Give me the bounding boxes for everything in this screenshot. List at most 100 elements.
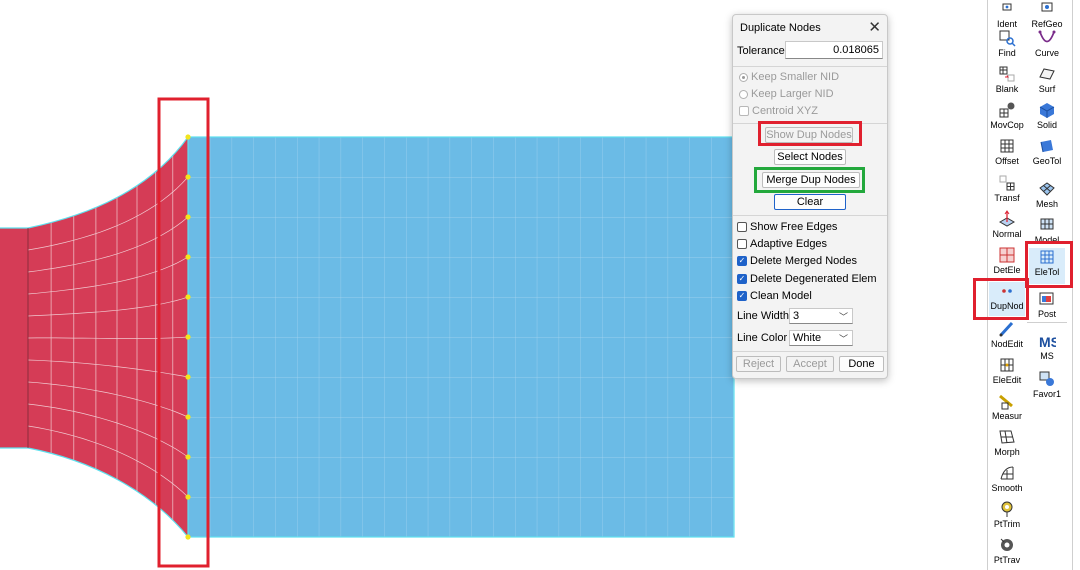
- line-color-label: Line Color: [737, 332, 788, 344]
- delete-degenerated-elem-option[interactable]: ✓ Delete Degenerated Elem: [737, 273, 877, 285]
- tolerance-input[interactable]: [785, 41, 883, 59]
- favorite-icon: [1039, 371, 1054, 386]
- tool-normal[interactable]: Normal: [987, 210, 1027, 239]
- duplicate-nodes-icon: [1002, 289, 1012, 293]
- tool-curve[interactable]: Curve: [1027, 29, 1067, 58]
- tool-ms[interactable]: MS MS: [1027, 332, 1067, 361]
- geometry-tolerance-icon: [1040, 140, 1053, 153]
- tool-label: Measur: [991, 411, 1022, 421]
- tool-pttrav[interactable]: PtTrav: [987, 536, 1027, 565]
- node-edit-icon: [999, 321, 1014, 337]
- duplicate-nodes-dialog: Duplicate Nodes ✕ Tolerance: Keep Smalle…: [732, 14, 888, 379]
- toolbar-separator: [1027, 322, 1067, 323]
- checkbox-icon: [737, 222, 747, 232]
- divider: [733, 123, 887, 124]
- tool-label: Normal: [992, 229, 1022, 239]
- centroid-label: Centroid XYZ: [752, 105, 819, 117]
- tool-post[interactable]: Post: [1027, 290, 1067, 319]
- tool-eletol[interactable]: EleTol: [1029, 248, 1065, 284]
- tool-ident[interactable]: Ident: [987, 0, 1027, 29]
- tool-label: GeoTol: [1032, 156, 1062, 166]
- tool-label: PtTrav: [993, 555, 1021, 565]
- line-color-select[interactable]: White ﹀: [789, 330, 853, 346]
- keep-larger-option[interactable]: Keep Larger NID: [739, 88, 834, 100]
- tool-transf[interactable]: Transf: [987, 174, 1027, 203]
- normal-icon: [998, 210, 1016, 227]
- tool-favor1[interactable]: Favor1: [1027, 370, 1067, 399]
- delete-merged-nodes-option[interactable]: ✓ Delete Merged Nodes: [737, 255, 857, 267]
- smooth-icon: [1000, 466, 1014, 480]
- tool-find[interactable]: Find: [987, 29, 1027, 58]
- curve-icon: [1038, 30, 1056, 43]
- tolerance-label: Tolerance:: [737, 45, 788, 57]
- transform-icon: [999, 175, 1015, 191]
- tool-nodedit[interactable]: NodEdit: [987, 320, 1027, 349]
- duplicate-node-marker: [185, 494, 191, 500]
- checkmark-icon: ✓: [737, 291, 747, 301]
- red-mesh-block: [0, 228, 28, 448]
- tool-pttrim[interactable]: PtTrim: [987, 500, 1027, 529]
- close-icon[interactable]: ✕: [868, 18, 881, 36]
- offset-icon: [1000, 139, 1014, 153]
- duplicate-node-marker: [185, 334, 191, 340]
- detect-element-icon: [999, 247, 1015, 263]
- radio-icon: [739, 89, 748, 99]
- tool-label: PtTrim: [993, 519, 1021, 529]
- surface-icon: [1039, 68, 1055, 80]
- clean-model-option[interactable]: ✓ Clean Model: [737, 290, 812, 302]
- tool-geotol[interactable]: GeoTol: [1027, 137, 1067, 166]
- reference-geometry-icon: [1041, 2, 1053, 12]
- radio-icon: [739, 72, 748, 82]
- tool-label: EleEdit: [992, 375, 1022, 385]
- morph-icon: [999, 430, 1015, 444]
- model-icon: [1040, 218, 1054, 230]
- clear-button[interactable]: Clear: [774, 194, 846, 210]
- tool-offset[interactable]: Offset: [987, 137, 1027, 166]
- reject-button[interactable]: Reject: [736, 356, 781, 372]
- tool-solid[interactable]: Solid: [1027, 101, 1067, 130]
- tool-label: Curve: [1034, 48, 1059, 58]
- tool-surf[interactable]: Surf: [1027, 65, 1067, 94]
- tool-label: MS: [1040, 351, 1054, 361]
- merge-dup-nodes-button[interactable]: Merge Dup Nodes: [762, 172, 860, 188]
- keep-smaller-option[interactable]: Keep Smaller NID: [739, 71, 839, 83]
- show-dup-nodes-button[interactable]: Show Dup Nodes: [765, 127, 853, 143]
- duplicate-node-marker: [185, 294, 191, 300]
- tool-measur[interactable]: Measur: [987, 392, 1027, 421]
- measure-icon: [999, 394, 1013, 410]
- part-traverse-icon: [1000, 538, 1013, 551]
- move-copy-icon: [999, 102, 1015, 118]
- tool-label: NodEdit: [990, 339, 1024, 349]
- tool-label: Mesh: [1035, 199, 1058, 209]
- tool-mesh[interactable]: Mesh: [1027, 180, 1067, 209]
- clean-model-label: Clean Model: [750, 290, 812, 302]
- accept-button[interactable]: Accept: [786, 356, 834, 372]
- done-button[interactable]: Done: [839, 356, 884, 372]
- line-width-select[interactable]: 3 ﹀: [789, 308, 853, 324]
- duplicate-node-marker: [185, 134, 191, 140]
- blank-icon: [999, 66, 1015, 82]
- duplicate-node-marker: [185, 214, 191, 220]
- tool-blank[interactable]: Blank: [987, 65, 1027, 94]
- tool-label: Solid: [1036, 120, 1057, 130]
- centroid-option[interactable]: Centroid XYZ: [739, 105, 818, 117]
- tool-eleedit[interactable]: EleEdit: [987, 356, 1027, 385]
- tool-model[interactable]: Model: [1027, 216, 1067, 245]
- line-width-value: 3: [793, 310, 800, 322]
- keep-smaller-label: Keep Smaller NID: [751, 71, 840, 83]
- show-free-edges-option[interactable]: Show Free Edges: [737, 221, 837, 233]
- find-icon: [999, 30, 1016, 47]
- ms-logo-icon: MS: [1039, 334, 1056, 350]
- tool-movcop[interactable]: MovCop: [987, 101, 1027, 130]
- adaptive-edges-option[interactable]: Adaptive Edges: [737, 238, 827, 250]
- tool-morph[interactable]: Morph: [987, 428, 1027, 457]
- tool-smooth[interactable]: Smooth: [987, 464, 1027, 493]
- tool-dupnod[interactable]: DupNod: [989, 282, 1025, 316]
- tool-detele[interactable]: DetEle: [987, 246, 1027, 275]
- element-edit-icon: [1000, 358, 1014, 372]
- blue-mesh-grid: [188, 137, 734, 537]
- duplicate-node-marker: [185, 454, 191, 460]
- tool-refgeo[interactable]: RefGeo: [1027, 0, 1067, 29]
- tool-label: Offset: [995, 156, 1019, 166]
- select-nodes-button[interactable]: Select Nodes: [774, 149, 846, 165]
